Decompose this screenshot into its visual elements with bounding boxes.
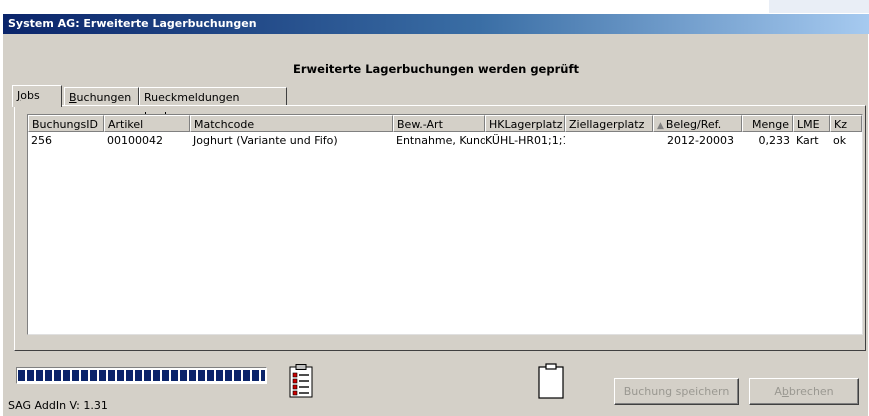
- desktop-corner: [769, 0, 869, 13]
- cell-ziellagerplatz: [565, 133, 653, 149]
- cell-buchungsid: 256: [31, 134, 52, 147]
- tab-buchungen-label: uchungen: [76, 91, 132, 104]
- tab-buchungen-mnemonic: B: [69, 91, 77, 104]
- cancel-button[interactable]: Abbrechen: [749, 378, 859, 405]
- cell-lme: Kart: [796, 134, 819, 147]
- cell-matchcode: Joghurt (Variante und Fifo): [193, 134, 338, 147]
- sort-ascending-icon: ▲: [657, 121, 664, 131]
- column-header-belegref-label: Beleg/Ref.: [665, 118, 722, 131]
- desktop-strip: [0, 0, 869, 13]
- progress-bar: [16, 367, 267, 384]
- table-row[interactable]: 256 00100042 Joghurt (Variante und Fifo)…: [28, 133, 862, 149]
- cancel-label-pre: A: [774, 385, 782, 398]
- column-header-lme[interactable]: LME: [793, 115, 830, 132]
- tab-buchungen[interactable]: Buchungen: [64, 87, 139, 106]
- column-header-buchungsid[interactable]: BuchungsID: [28, 115, 104, 132]
- clipboard-icon[interactable]: [537, 363, 565, 399]
- column-header-matchcode[interactable]: Matchcode: [190, 115, 393, 132]
- column-header-artikel[interactable]: Artikel: [104, 115, 190, 132]
- jobs-table[interactable]: BuchungsID Artikel Matchcode Bew.-Art HK…: [27, 114, 863, 335]
- window-title: System AG: Erweiterte Lagerbuchungen: [3, 14, 869, 34]
- cell-belegref: 2012-20003: [667, 134, 734, 147]
- column-header-kz[interactable]: Kz: [830, 115, 862, 132]
- table-header: BuchungsID Artikel Matchcode Bew.-Art HK…: [28, 115, 862, 132]
- status-heading: Erweiterte Lagerbuchungen werden geprüft: [293, 62, 579, 76]
- tab-rueckmeldungen[interactable]: Rueckmeldungen buchen: [139, 87, 287, 123]
- cell-bewart: Entnahme, Kund: [396, 134, 485, 147]
- tab-jobs-label: obs: [20, 89, 40, 102]
- dialog-window: System AG: Erweiterte Lagerbuchungen Erw…: [2, 13, 869, 416]
- save-booking-button[interactable]: Buchung speichern: [614, 378, 739, 405]
- column-header-belegref[interactable]: ▲ Beleg/Ref.: [653, 115, 742, 132]
- column-header-hklagerplatz[interactable]: HKLagerplatz: [485, 115, 565, 132]
- progress-fill: [18, 370, 265, 381]
- cell-kz: ok: [833, 134, 847, 147]
- cell-artikel: 00100042: [107, 134, 163, 147]
- cancel-label-post: brechen: [788, 385, 834, 398]
- column-header-menge[interactable]: Menge: [742, 115, 793, 132]
- tab-jobs[interactable]: Jobs: [12, 85, 62, 107]
- checklist-icon[interactable]: [288, 364, 314, 398]
- column-header-bewart[interactable]: Bew.-Art: [393, 115, 485, 132]
- cell-hklagerplatz: KÜHL-HR01;1;1;: [485, 134, 565, 147]
- column-header-ziellagerplatz[interactable]: Ziellagerplatz: [565, 115, 653, 132]
- cell-menge: 0,233: [758, 134, 791, 147]
- cancel-label-mnemonic: b: [781, 385, 789, 398]
- version-label: SAG AddIn V: 1.31: [8, 399, 108, 412]
